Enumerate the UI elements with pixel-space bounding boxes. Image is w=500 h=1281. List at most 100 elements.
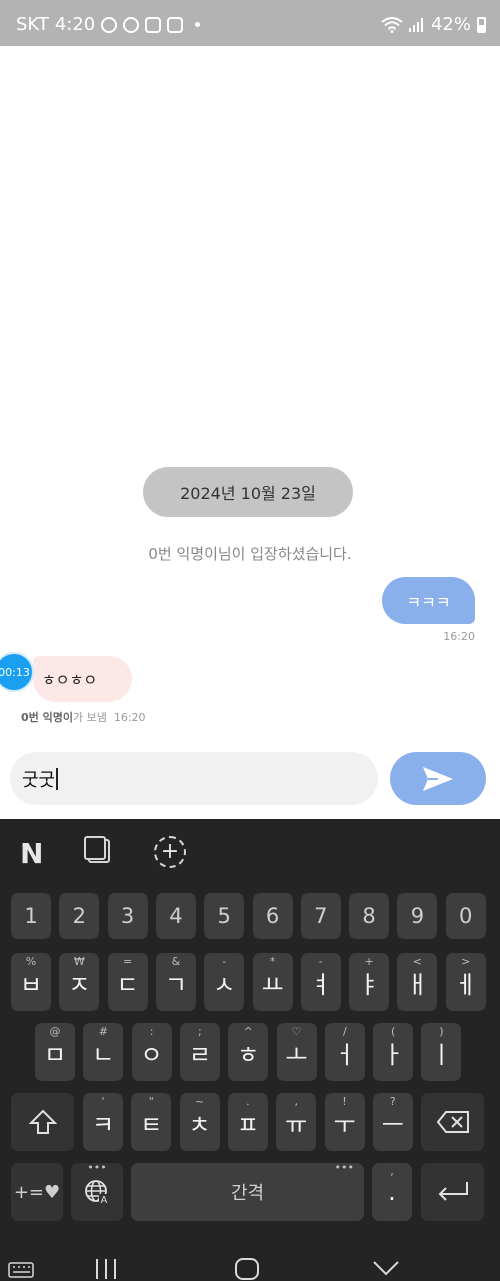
enter-icon — [438, 1182, 468, 1201]
clipboard-icon[interactable] — [84, 836, 110, 863]
status-bar: SKT 4:20 42% — [0, 0, 500, 46]
home-icon[interactable] — [234, 1258, 260, 1280]
key-letter[interactable]: -ㅕ — [300, 953, 341, 1011]
key-letter[interactable]: ₩ ㅈ — [59, 953, 100, 1011]
space-key[interactable]: ••• 간격 — [131, 1161, 364, 1221]
key-letter[interactable]: .ㅍ — [227, 1093, 268, 1151]
key-letter[interactable]: ; ㄹ — [179, 1023, 220, 1081]
keyboard-toggle-icon[interactable] — [8, 1262, 34, 1278]
back-chevron-down-icon[interactable] — [372, 1260, 400, 1276]
my-message-bubble[interactable]: ㅋㅋㅋ — [382, 577, 475, 624]
key-letter-label: ㅋ — [91, 1110, 115, 1139]
key-letter[interactable]: > ㅔ — [445, 953, 486, 1011]
key-letter-alt-label: < — [412, 955, 422, 968]
other-message-bubble[interactable]: ㅎㅇㅎㅇ — [33, 656, 132, 702]
key-letter-alt-label: / — [342, 1025, 347, 1038]
key-letter-label: ㅏ — [382, 1040, 405, 1069]
sender-name: 0번 익명이 — [21, 711, 73, 724]
key-letter[interactable]: @ ㅁ — [35, 1023, 75, 1081]
key-letter-label: ㅂ — [19, 970, 43, 999]
key-letter-alt-label: & — [171, 955, 181, 968]
key-letter-label: ㅇ — [140, 1040, 163, 1069]
navigation-bar — [0, 1240, 500, 1281]
carrier-label: SKT — [16, 14, 49, 35]
recent-apps-icon[interactable] — [94, 1258, 118, 1280]
key-letter[interactable]: :ㅇ — [131, 1023, 172, 1081]
key-letter-alt-label: = — [122, 955, 133, 968]
shift-key[interactable] — [11, 1093, 74, 1151]
key-number[interactable]: 0 — [445, 893, 486, 939]
key-letter-alt-label: ! — [342, 1095, 347, 1108]
key-number[interactable]: 3 — [107, 893, 148, 939]
language-key[interactable]: ••• A — [71, 1161, 123, 1221]
key-letter-label: ㅌ — [140, 1110, 163, 1139]
key-number-label: 4 — [169, 904, 183, 928]
key-letter-alt-label: , — [294, 1095, 298, 1108]
send-button[interactable] — [390, 752, 486, 805]
key-letter[interactable]: % ㅂ — [11, 953, 51, 1011]
key-letter-label: ㅅ — [213, 970, 236, 999]
symbols-key[interactable]: +=♥ — [11, 1163, 63, 1221]
period-key[interactable]: , . — [372, 1163, 412, 1221]
battery-percent: 42% — [430, 14, 471, 35]
symbols-key-label: +=♥ — [13, 1181, 61, 1203]
keyboard-toolbar: N + — [0, 819, 500, 885]
key-number-label: 2 — [72, 904, 86, 928]
naver-n-icon[interactable]: N — [20, 837, 43, 870]
key-letter[interactable]: = ㄷ — [107, 953, 148, 1011]
chat-area[interactable]: 2024년 10월 23일 0번 익명이님이 입장하셨습니다. ㅋㅋㅋ 16:2… — [0, 46, 500, 819]
key-letter[interactable]: -ㅅ — [204, 953, 245, 1011]
backspace-key[interactable] — [421, 1093, 484, 1151]
key-number[interactable]: 9 — [397, 893, 438, 939]
key-letter[interactable]: & ㄱ — [155, 953, 196, 1011]
send-icon — [423, 766, 453, 791]
enter-key[interactable] — [421, 1163, 484, 1221]
key-number[interactable]: 4 — [155, 893, 196, 939]
instagram-icon — [145, 16, 162, 33]
key-number[interactable]: 8 — [349, 893, 390, 939]
key-letter-label: ㅠ — [285, 1110, 308, 1139]
key-letter-alt-label: ( — [390, 1025, 396, 1038]
key-letter-alt-label: ~ — [194, 1095, 205, 1108]
key-letter-alt-label: # — [98, 1025, 108, 1038]
key-letter-label: ㅡ — [381, 1110, 404, 1139]
key-number[interactable]: 1 — [11, 893, 51, 939]
message-input[interactable]: 굿굿 — [10, 752, 378, 805]
key-number[interactable]: 2 — [59, 893, 100, 939]
key-letter[interactable]: * ㅛ — [252, 953, 293, 1011]
key-letter[interactable]: ) ㅣ — [421, 1023, 462, 1081]
key-letter[interactable]: ♡ ㅗ — [276, 1023, 317, 1081]
key-number-label: 8 — [362, 904, 376, 928]
key-number[interactable]: 5 — [204, 893, 245, 939]
key-letter[interactable]: ! ㅜ — [324, 1093, 365, 1151]
more-notifications-dot-icon — [195, 22, 201, 27]
talk-notification-icon — [101, 16, 118, 33]
key-letter[interactable]: ~ ㅊ — [179, 1093, 220, 1151]
key-letter-label: ㄱ — [164, 970, 187, 999]
key-letter-label: ㅑ — [358, 970, 381, 999]
key-number-label: 9 — [410, 904, 425, 928]
text-caret — [56, 767, 59, 790]
space-key-label: 간격 — [230, 1183, 265, 1204]
key-letter[interactable]: < ㅐ — [397, 953, 438, 1011]
key-letter[interactable]: # ㄴ — [83, 1023, 124, 1081]
key-number[interactable]: 6 — [252, 893, 293, 939]
key-letter[interactable]: (ㅏ — [373, 1023, 414, 1081]
key-letter-label: ㅍ — [236, 1110, 259, 1139]
key-letter-label: ㅣ — [430, 1040, 453, 1069]
key-letter[interactable]: ? ㅡ — [372, 1093, 413, 1151]
key-number[interactable]: 7 — [300, 893, 341, 939]
key-letter-alt-label: + — [364, 955, 374, 968]
timer-avatar[interactable]: 00:13 — [0, 652, 34, 692]
key-letter[interactable]: / ㅓ — [324, 1023, 365, 1081]
key-letter-label: ㅁ — [43, 1040, 67, 1069]
key-letter[interactable]: ^ ㅎ — [228, 1023, 269, 1081]
key-letter[interactable]: ,ㅠ — [276, 1093, 317, 1151]
key-letter[interactable]: + ㅑ — [349, 953, 390, 1011]
key-letter[interactable]: " ㅌ — [131, 1093, 172, 1151]
key-letter[interactable]: ' ㅋ — [83, 1093, 123, 1151]
key-letter-alt-label: % — [25, 955, 37, 968]
key-letter-label: ㅊ — [188, 1110, 211, 1139]
key-letter-alt-label: ? — [389, 1095, 396, 1108]
add-icon[interactable]: + — [154, 836, 186, 868]
